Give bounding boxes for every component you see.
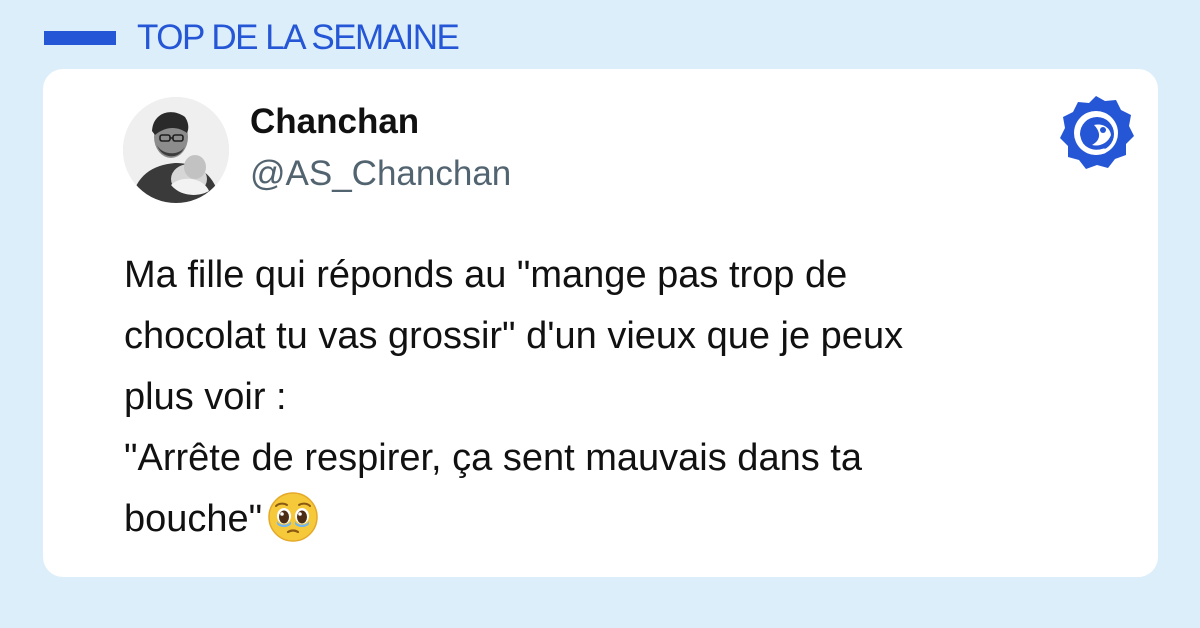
section-title: TOP DE LA SEMAINE bbox=[137, 18, 460, 57]
tweet-text: Ma fille qui réponds au "mange pas trop … bbox=[124, 245, 1104, 550]
author-name[interactable]: Chanchan bbox=[250, 101, 419, 143]
tweet-card: Chanchan @AS_Chanchan Ma fille qui répon… bbox=[43, 69, 1158, 577]
pleading-face-with-tears-icon bbox=[266, 490, 320, 544]
tweet-line-last: bouche" bbox=[124, 489, 1104, 550]
tweet-line: Ma fille qui réponds au "mange pas trop … bbox=[124, 254, 848, 296]
tweet-line: bouche" bbox=[124, 498, 263, 540]
tweet-line: "Arrête de respirer, ça sent mauvais dan… bbox=[124, 437, 862, 479]
brand-logo-icon bbox=[1056, 93, 1136, 173]
author-handle[interactable]: @AS_Chanchan bbox=[250, 153, 511, 195]
tweet-line: plus voir : bbox=[124, 376, 287, 418]
header-accent-bar bbox=[44, 31, 116, 45]
avatar[interactable] bbox=[123, 97, 229, 203]
tweet-line: chocolat tu vas grossir" d'un vieux que … bbox=[124, 315, 904, 357]
